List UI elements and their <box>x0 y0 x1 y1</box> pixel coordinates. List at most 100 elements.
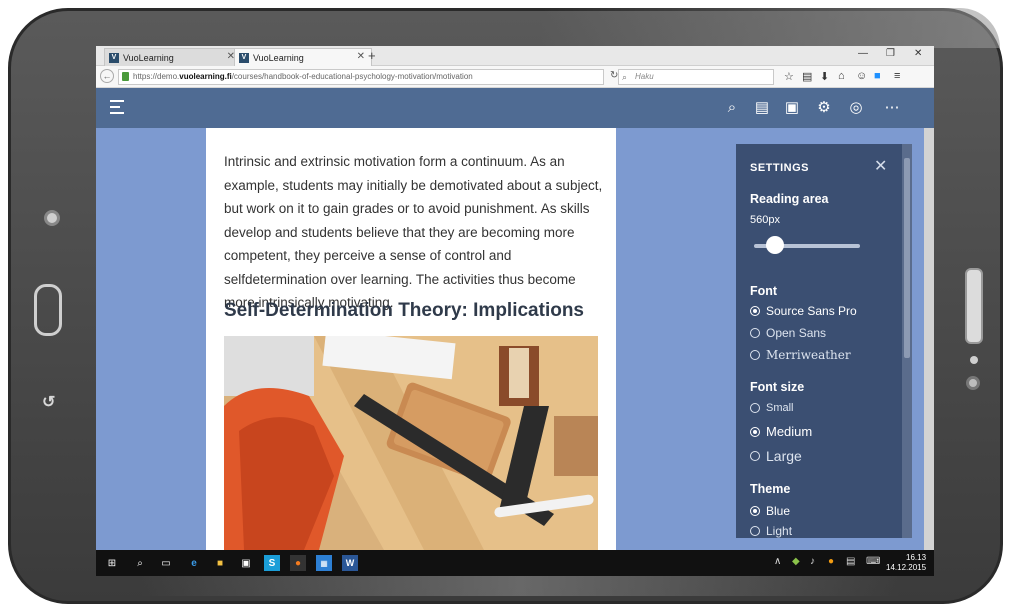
file-explorer-icon[interactable]: ■ <box>212 555 228 571</box>
app-header: ⌕ ▤ ▣ ⚙ ◎ ⋯ <box>96 88 934 128</box>
task-view-icon[interactable]: ▭ <box>158 555 174 571</box>
tablet-home-button[interactable] <box>34 284 62 336</box>
tablet-highlight <box>540 8 1000 48</box>
firefox-icon[interactable]: ● <box>290 555 306 571</box>
back-arrow-icon[interactable]: ← <box>100 69 114 83</box>
font-size-option-label: Large <box>766 448 802 464</box>
theme-option-blue[interactable]: Blue <box>750 504 790 518</box>
vuolearning-favicon-icon: V <box>109 52 119 63</box>
store-icon[interactable]: ▣ <box>238 555 254 571</box>
screen: V VuoLearning ✕ V VuoLearning ✕ + — ❐ ✕ … <box>96 46 934 576</box>
word-icon[interactable]: W <box>342 555 358 571</box>
article-heading: Self-Determination Theory: Implications <box>224 300 584 321</box>
close-window-icon[interactable]: ✕ <box>914 48 922 59</box>
page-scrollbar[interactable] <box>924 128 934 550</box>
theme-option-light[interactable]: Light <box>750 524 792 538</box>
home-icon[interactable]: ⌂ <box>838 70 845 82</box>
font-label: Font <box>750 284 778 298</box>
theme-option-label: Light <box>766 524 793 538</box>
radio-icon <box>750 350 760 360</box>
calendar-icon[interactable]: ▦ <box>316 555 332 571</box>
browser-tab-1[interactable]: V VuoLearning ✕ <box>104 48 242 66</box>
user-icon[interactable]: ◎ <box>846 98 866 118</box>
volume-icon[interactable]: ♪ <box>810 556 815 567</box>
font-option-label: Merriweather <box>766 348 851 362</box>
radio-selected-icon <box>750 306 760 316</box>
reading-area: Intrinsic and extrinsic motivation form … <box>206 128 616 550</box>
radio-icon <box>750 451 760 461</box>
clock-date: 14.12.2015 <box>886 563 927 572</box>
font-option-open-sans[interactable]: Open Sans <box>750 326 826 340</box>
comments-icon[interactable]: ▤ <box>752 98 772 118</box>
feedback-icon[interactable]: ▣ <box>782 98 802 118</box>
font-size-label: Font size <box>750 380 805 394</box>
tab-label: VuoLearning <box>253 52 304 63</box>
tablet-side-button[interactable] <box>965 268 983 344</box>
radio-selected-icon <box>750 506 760 516</box>
search-icon[interactable]: ⌕ <box>132 555 148 571</box>
keyboard-icon[interactable]: ⌨ <box>866 556 880 567</box>
gear-icon[interactable]: ⚙ <box>814 98 834 118</box>
theme-option-label: Blue <box>766 504 791 518</box>
radio-selected-icon <box>750 426 760 437</box>
search-input[interactable]: ⌕ Haku <box>618 69 774 85</box>
search-icon[interactable]: ⌕ <box>722 98 742 118</box>
hamburger-menu-icon[interactable]: ≡ <box>894 70 900 82</box>
vuolearning-favicon-icon: V <box>239 52 249 63</box>
search-placeholder: Haku <box>635 72 654 81</box>
clock-time: 16.13 <box>906 553 927 562</box>
minimize-icon[interactable]: — <box>858 48 868 59</box>
network-icon[interactable]: ● <box>828 556 834 567</box>
url-prefix: https://demo. <box>133 72 180 81</box>
tab-bar: V VuoLearning ✕ V VuoLearning ✕ + — ❐ ✕ <box>96 46 934 66</box>
browser-tab-2[interactable]: V VuoLearning ✕ <box>234 48 372 66</box>
download-icon[interactable]: ⬇ <box>820 70 829 83</box>
restore-icon[interactable]: ❐ <box>886 48 895 59</box>
close-icon[interactable]: ✕ <box>874 156 887 176</box>
reading-area-slider-handle[interactable] <box>766 236 784 254</box>
article-paragraph: Intrinsic and extrinsic motivation form … <box>224 154 603 310</box>
camera-icon <box>44 210 60 226</box>
pocket-icon[interactable]: ☺ <box>856 70 867 82</box>
url-path: /courses/handbook-of-educational-psychol… <box>231 72 473 81</box>
settings-scrollbar-thumb[interactable] <box>904 158 910 358</box>
article-image <box>224 336 598 550</box>
tablet-back-icon[interactable]: ↺ <box>42 392 55 412</box>
close-tab-icon[interactable]: ✕ <box>357 51 365 62</box>
settings-title: SETTINGS <box>750 162 810 174</box>
radio-icon <box>750 403 760 413</box>
notifications-icon[interactable]: ▤ <box>846 556 855 567</box>
reading-area-label: Reading area <box>750 192 829 206</box>
tablet-sensor <box>970 356 978 364</box>
edge-icon[interactable]: e <box>186 555 202 571</box>
theme-label: Theme <box>750 482 791 496</box>
search-icon: ⌕ <box>622 72 628 82</box>
font-size-option-label: Small <box>766 402 794 414</box>
skype-icon[interactable]: ■ <box>874 70 881 82</box>
tray-app-icon[interactable]: ◆ <box>792 556 800 567</box>
tray-expand-icon[interactable]: ∧ <box>774 556 781 567</box>
font-option-source-sans-pro[interactable]: Source Sans Pro <box>750 304 857 318</box>
font-size-option-medium[interactable]: Medium <box>750 424 812 439</box>
url-bar[interactable]: https://demo.vuolearning.fi/courses/hand… <box>118 69 604 85</box>
font-option-label: Open Sans <box>766 326 827 340</box>
menu-icon[interactable] <box>110 100 128 114</box>
font-option-merriweather[interactable]: Merriweather <box>750 348 851 362</box>
new-tab-icon[interactable]: + <box>368 48 376 64</box>
more-icon[interactable]: ⋯ <box>882 98 902 118</box>
lock-icon <box>122 72 129 81</box>
windows-taskbar: ⊞ ⌕ ▭ e ■ ▣ S ● ▦ W ∧ ◆ ♪ ● ▤ ⌨ 16.13 14… <box>96 550 934 576</box>
skype-app-icon[interactable]: S <box>264 555 280 571</box>
font-option-label: Source Sans Pro <box>766 304 857 318</box>
settings-scrollbar[interactable] <box>902 144 912 538</box>
bookmark-star-icon[interactable]: ☆ <box>784 70 794 83</box>
tablet-rear-camera <box>966 376 980 390</box>
clock[interactable]: 16.13 14.12.2015 <box>886 553 926 573</box>
url-host: vuolearning.fi <box>179 72 232 81</box>
font-size-option-large[interactable]: Large <box>750 448 802 464</box>
windows-start-icon[interactable]: ⊞ <box>104 555 120 571</box>
font-size-option-label: Medium <box>766 424 813 439</box>
settings-panel: SETTINGS ✕ Reading area 560px Font Sourc… <box>736 144 912 538</box>
clipboard-icon[interactable]: ▤ <box>802 70 812 83</box>
font-size-option-small[interactable]: Small <box>750 402 794 414</box>
